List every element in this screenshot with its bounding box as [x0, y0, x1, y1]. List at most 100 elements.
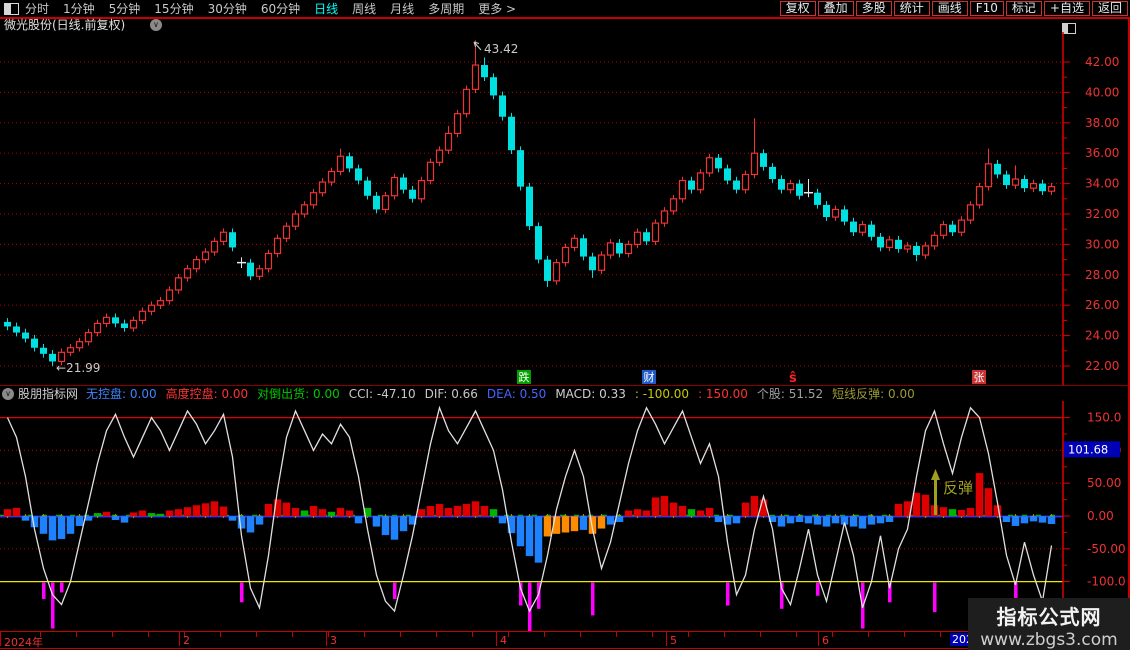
- oscillator-chart: 反弹150.0100.050.000.00-50.00-100.0101.68: [0, 401, 1126, 631]
- indicator-field: 对倒出货: 0.00: [257, 386, 340, 401]
- axis-tick: [832, 632, 833, 637]
- nav-item-60分钟[interactable]: 60分钟: [261, 0, 300, 17]
- axis-month-label: 5: [670, 634, 677, 647]
- svg-text:42.00: 42.00: [1085, 55, 1119, 69]
- indicator-field: : 150.00: [698, 386, 748, 401]
- axis-month-tick: [666, 632, 667, 646]
- watermark-url: www.zbgs3.com: [980, 630, 1118, 650]
- axis-tick: [616, 632, 617, 637]
- svg-text:跌: 跌: [519, 370, 530, 384]
- axis-tick: [688, 632, 689, 637]
- axis-month-label: 4: [500, 634, 507, 647]
- svg-text:张: 张: [974, 371, 985, 384]
- nav-item-30分钟[interactable]: 30分钟: [208, 0, 247, 17]
- axis-tick: [544, 632, 545, 637]
- nav-item-日线[interactable]: 日线: [314, 0, 338, 17]
- nav-item-1分钟[interactable]: 1分钟: [63, 0, 95, 17]
- svg-text:50.00: 50.00: [1087, 476, 1121, 490]
- nav-item-更多 >[interactable]: 更多 >: [478, 0, 516, 17]
- svg-text:40.00: 40.00: [1085, 85, 1119, 99]
- axis-tick: [868, 632, 869, 637]
- axis-tick: [724, 632, 725, 637]
- axis-month-tick: [0, 632, 1, 646]
- svg-text:26.00: 26.00: [1085, 298, 1119, 312]
- period-menu: 分时 1分钟 5分钟 15分钟 30分钟 60分钟 日线 周线 月线 多周期 更多 >: [25, 0, 516, 17]
- toolbar-button-统计[interactable]: 统计: [893, 1, 930, 16]
- svg-text:24.00: 24.00: [1085, 329, 1119, 343]
- nav-item-周线[interactable]: 周线: [352, 0, 376, 17]
- page-title: 微光股份(日线.前复权): [4, 18, 126, 32]
- indicator-header: ∨ 股朋指标网 无控盘: 0.00 高度控盘: 0.00 对倒出货: 0.00 CCI…: [0, 385, 1130, 402]
- indicator-field: DEA: 0.50: [486, 386, 547, 401]
- axis-tick: [436, 632, 437, 637]
- svg-text:财: 财: [644, 370, 655, 384]
- watermark-name: 指标公式网: [996, 605, 1102, 629]
- svg-text:-100.0: -100.0: [1087, 575, 1126, 589]
- axis-tick: [220, 632, 221, 637]
- toolbar-button-复权[interactable]: 复权: [779, 1, 816, 16]
- chevron-down-icon[interactable]: ∨: [2, 388, 14, 400]
- nav-item-15分钟[interactable]: 15分钟: [154, 0, 193, 17]
- nav-item-多周期[interactable]: 多周期: [428, 0, 464, 17]
- axis-tick: [148, 632, 149, 637]
- toolbar-button-叠加[interactable]: 叠加: [817, 1, 854, 16]
- axis-tick: [508, 632, 509, 637]
- axis-month-label: 2024年: [4, 636, 43, 649]
- axis-tick: [652, 632, 653, 637]
- svg-text:28.00: 28.00: [1085, 268, 1119, 282]
- indicator-field: 无控盘: 0.00: [86, 386, 157, 401]
- axis-month-tick: [818, 632, 819, 646]
- indicator-field: 个股: 51.52: [756, 386, 824, 401]
- axis-tick: [364, 632, 365, 637]
- toolbar-button-画线[interactable]: 画线: [931, 1, 968, 16]
- axis-tick: [328, 632, 329, 637]
- svg-text:0.00: 0.00: [1087, 509, 1114, 523]
- toolbar-button-返回[interactable]: 返回: [1091, 1, 1128, 16]
- axis-month-label: 2: [183, 634, 190, 647]
- axis-tick: [76, 632, 77, 637]
- chart-title-bar: 微光股份(日线.前复权) ∨: [0, 19, 1130, 32]
- axis-tick: [904, 632, 905, 637]
- axis-tick: [112, 632, 113, 637]
- svg-text:43.42: 43.42: [484, 42, 518, 56]
- svg-text:32.00: 32.00: [1085, 207, 1119, 221]
- nav-item-5分钟[interactable]: 5分钟: [109, 0, 141, 17]
- indicator-fields: 无控盘: 0.00 高度控盘: 0.00 对倒出货: 0.00 CCI: -47.10…: [86, 387, 924, 402]
- axis-month-tick: [496, 632, 497, 646]
- indicator-field: DIF: 0.66: [424, 386, 478, 401]
- svg-text:22.00: 22.00: [1085, 359, 1119, 373]
- toolbar-button-F10[interactable]: F10: [969, 1, 1004, 16]
- svg-text:-50.00: -50.00: [1087, 542, 1126, 556]
- axis-tick: [400, 632, 401, 637]
- axis-tick: [940, 632, 941, 637]
- toolbar-button-+自选[interactable]: +自选: [1043, 1, 1090, 16]
- axis-tick: [796, 632, 797, 637]
- axis-tick: [580, 632, 581, 637]
- toolbar-button-标记[interactable]: 标记: [1005, 1, 1042, 16]
- toolbar-button-多股[interactable]: 多股: [855, 1, 892, 16]
- top-nav-bar: 分时 1分钟 5分钟 15分钟 30分钟 60分钟 日线 周线 月线 多周期 更多 > 复权 叠加 多股…: [0, 0, 1130, 19]
- axis-month-tick: [326, 632, 327, 646]
- svg-text:101.68: 101.68: [1068, 442, 1108, 456]
- indicator-field: 高度控盘: 0.00: [165, 386, 249, 401]
- toolbar-buttons: 复权 叠加 多股 统计 画线 F10 标记 +自选 返回: [778, 0, 1128, 17]
- axis-month-label: 3: [330, 634, 337, 647]
- candlestick-chart: 22.00 24.00 26.00 28.00 30.00 32.00 34.00 36.00…: [0, 32, 1119, 385]
- svg-text:34.00: 34.00: [1085, 177, 1119, 191]
- svg-text:30.00: 30.00: [1085, 237, 1119, 251]
- nav-item-分时[interactable]: 分时: [25, 0, 49, 17]
- axis-tick: [760, 632, 761, 637]
- nav-item-月线[interactable]: 月线: [390, 0, 414, 17]
- svg-text:36.00: 36.00: [1085, 146, 1119, 160]
- chevron-down-icon[interactable]: ∨: [150, 19, 162, 31]
- svg-text:150.0: 150.0: [1087, 411, 1121, 425]
- svg-text:←21.99: ←21.99: [56, 361, 100, 375]
- indicator-field: : -100.00: [634, 386, 690, 401]
- axis-tick: [292, 632, 293, 637]
- svg-text:38.00: 38.00: [1085, 116, 1119, 130]
- svg-text:反弹: 反弹: [943, 479, 973, 497]
- layout-split-icon[interactable]: [4, 2, 19, 15]
- axis-tick: [472, 632, 473, 637]
- indicator-title: 股朋指标网: [18, 386, 79, 401]
- indicator-field: CCI: -47.10: [348, 386, 416, 401]
